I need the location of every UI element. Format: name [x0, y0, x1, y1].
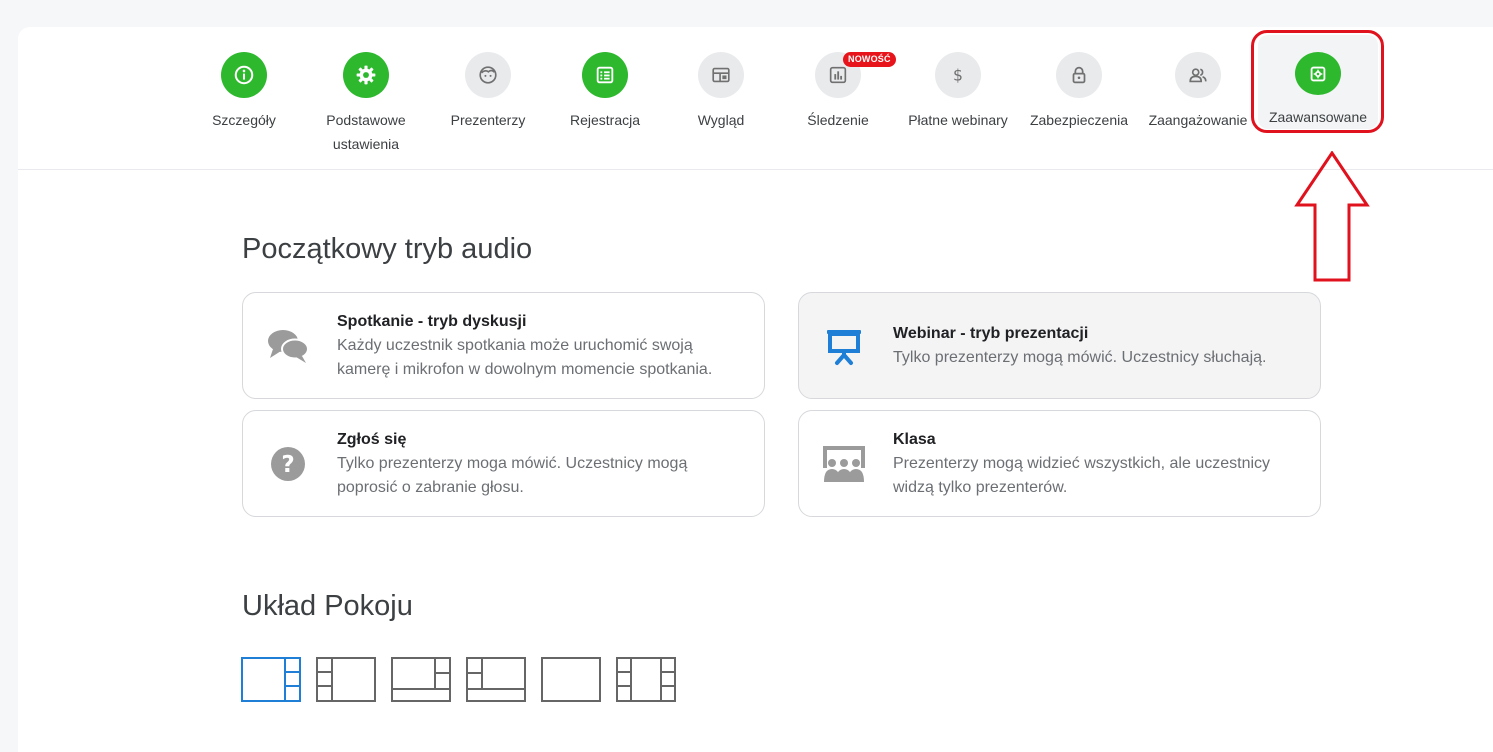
tab-label: Szczegóły [212, 112, 276, 128]
gear-icon [343, 52, 389, 98]
option-description: Prezenterzy mogą widzieć wszystkich, ale… [893, 455, 1271, 496]
lock-icon [1056, 52, 1102, 98]
question-icon: ? [265, 441, 311, 487]
tab-tracking[interactable]: NOWOŚĆ Śledzenie [779, 52, 897, 132]
option-title: Zgłoś się [337, 431, 407, 448]
users-icon [1175, 52, 1221, 98]
layout-option-left-column[interactable] [316, 657, 376, 702]
svg-text:$: $ [953, 67, 963, 85]
option-description: Tylko prezenterzy moga mówić. Uczestnicy… [337, 455, 688, 496]
layout-option-top-left[interactable] [466, 657, 526, 702]
arrow-up-annotation [1294, 151, 1370, 282]
tab-label: Zaangażowanie [1148, 112, 1248, 128]
info-icon [221, 52, 267, 98]
tab-paid-webinars[interactable]: $ Płatne webinary [899, 52, 1017, 132]
tab-label: Zabezpieczenia [1029, 112, 1129, 128]
tab-label: Płatne webinary [908, 112, 1008, 128]
tab-presenters[interactable]: Prezenterzy [429, 52, 547, 132]
layout-option-both-sides[interactable] [616, 657, 676, 702]
tab-label: Wygląd [697, 112, 745, 128]
tab-details[interactable]: Szczegóły [185, 52, 303, 132]
audio-option-webinar[interactable]: Webinar - tryb prezentacji Tylko prezent… [798, 292, 1321, 399]
presentation-icon [821, 323, 867, 369]
layout-option-fullscreen[interactable] [541, 657, 601, 702]
dollar-icon: $ [935, 52, 981, 98]
audio-mode-title: Początkowy tryb audio [242, 233, 533, 265]
audio-option-raise-hand[interactable]: ? Zgłoś się Tylko prezenterzy moga mówić… [242, 410, 765, 517]
tab-engagement[interactable]: Zaangażowanie [1139, 52, 1257, 132]
settings-tabs-bar: Szczegóły Podstawowe ustawienia Prezente… [18, 27, 1493, 170]
audio-option-meeting[interactable]: Spotkanie - tryb dyskusji Każdy uczestni… [242, 292, 765, 399]
option-description: Każdy uczestnik spotkania może uruchomić… [337, 337, 713, 378]
room-layout-options [241, 657, 676, 702]
option-title: Webinar - tryb prezentacji [893, 325, 1089, 342]
form-icon [582, 52, 628, 98]
svg-text:?: ? [281, 452, 294, 478]
layout-option-bottom-row[interactable] [391, 657, 451, 702]
classroom-icon [821, 441, 867, 487]
layout-icon [698, 52, 744, 98]
audio-option-classroom[interactable]: Klasa Prezenterzy mogą widzieć wszystkic… [798, 410, 1321, 517]
room-layout-title: Układ Pokoju [242, 590, 413, 622]
face-icon [465, 52, 511, 98]
layout-option-right-column[interactable] [241, 657, 301, 702]
tab-security[interactable]: Zabezpieczenia [1020, 52, 1138, 132]
option-title: Klasa [893, 431, 936, 448]
tab-label: Podstawowe ustawienia [326, 112, 406, 152]
option-title: Spotkanie - tryb dyskusji [337, 313, 527, 330]
highlight-box [1251, 30, 1384, 133]
tab-registration[interactable]: Rejestracja [546, 52, 664, 132]
chat-bubbles-icon [265, 323, 311, 369]
tab-basic-settings[interactable]: Podstawowe ustawienia [307, 52, 425, 156]
option-description: Tylko prezenterzy mogą mówić. Uczestnicy… [893, 349, 1267, 366]
settings-panel: Szczegóły Podstawowe ustawienia Prezente… [18, 27, 1493, 752]
new-badge: NOWOŚĆ [843, 52, 896, 67]
tab-label: Prezenterzy [450, 112, 526, 128]
tab-appearance[interactable]: Wygląd [662, 52, 780, 132]
tab-label: Rejestracja [569, 112, 641, 128]
tab-label: Śledzenie [807, 112, 869, 128]
